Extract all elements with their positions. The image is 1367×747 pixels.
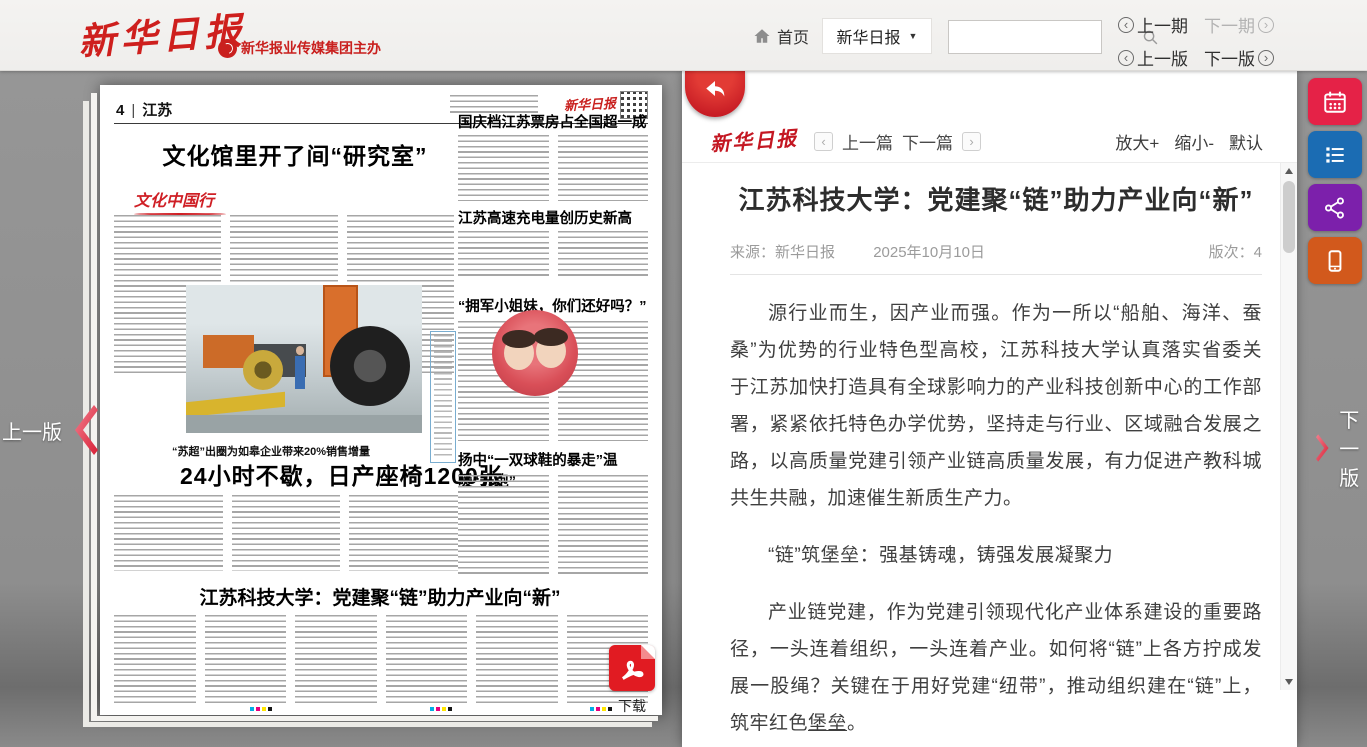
back-button[interactable] [685,70,745,117]
headline-seats[interactable]: 24小时不歇，日产座椅1200张 [180,457,503,491]
text-columns [458,231,648,279]
culture-china-badge: 文化中国行 [134,187,226,215]
next-issue-button[interactable]: 下一期 › [1204,12,1274,37]
next-edition-edge-label: 下一版 [1339,404,1367,491]
paragraph-text: 。 [847,713,867,734]
sisters-photo [492,310,578,396]
article-page-ref: 版次：4 [1209,241,1262,262]
prev-edition-button[interactable]: ‹ 上一版 [1118,45,1188,70]
download-label: 下载 [606,696,658,716]
top-header: 新华日报 新华报业传媒集团主办 首页 新华日报 ▼ ‹ 上一期 [0,0,1367,71]
download-pdf-button[interactable]: 下载 [606,645,658,716]
calendar-button[interactable] [1308,78,1362,125]
headline-box-office[interactable]: 国庆档江苏票房占全国超一成 [458,111,650,132]
paragraph: 源行业而生，因产业而强。作为一所以“船舶、海洋、蚕桑”为优势的行业特色型高校，江… [730,295,1262,517]
issue-edition-pager: ‹ 上一期 下一期 › ‹ 上一版 下一版 › [1118,12,1274,78]
article-meta: 来源：新华日报 2025年10月10日 版次：4 [730,241,1262,262]
headline-sisters[interactable]: “拥军小姐妹，你们还好吗？” [458,295,650,316]
next-article-button[interactable]: 下一篇 [902,129,953,154]
prev-issue-label: 上一期 [1137,12,1188,37]
page-number: 4|江苏 [116,99,172,120]
reader-toolbar: 新华日报 ‹ 上一篇 下一篇 › 放大+ 缩小- 默认 [682,117,1297,162]
next-article-icon[interactable]: › [962,132,981,151]
article-source: 来源：新华日报 [730,244,835,261]
next-issue-label: 下一期 [1204,12,1255,37]
prev-edition-label: 上一版 [1137,45,1188,70]
paper-select-value: 新华日报 [837,24,901,48]
pdf-icon [609,645,655,691]
side-toolbar [1308,78,1362,284]
app: 新华日报 新华报业传媒集团主办 首页 新华日报 ▼ ‹ 上一期 [0,0,1367,747]
group-seal-icon [218,39,237,58]
chevron-left-icon [70,404,98,456]
circle-chevron-left-icon: ‹ [1118,17,1134,33]
publisher-line: 新华报业传媒集团主办 [218,38,381,58]
next-edition-button[interactable]: 下一版 › [1204,45,1274,70]
zoom-reset-button[interactable]: 默认 [1229,129,1263,154]
back-arrow-icon [700,76,730,106]
prev-article-button[interactable]: 上一篇 [842,129,893,154]
scrollbar[interactable] [1280,163,1297,690]
meta-left: 来源：新华日报 2025年10月10日 [730,241,985,262]
page-stack-edge [83,722,652,727]
divider [730,274,1262,275]
section-subheading: “链”筑堡垒：强基铸魂，铸强发展凝聚力 [730,537,1262,574]
nav-home[interactable]: 首页 [753,24,809,48]
text-columns [114,615,648,703]
prev-issue-button[interactable]: ‹ 上一期 [1118,12,1188,37]
search-input[interactable] [949,21,1142,53]
search-box [948,20,1102,54]
newspaper-page[interactable]: 4|江苏 新华日报 文化馆里开了间“研究室” 文化中国行 “苏超”出圈为如皋企业… [100,85,662,715]
print-marks [250,707,272,711]
headline-university[interactable]: 江苏科技大学：党建聚“链”助力产业向“新” [160,583,600,610]
zoom-out-button[interactable]: 缩小- [1174,129,1214,154]
prev-article-icon[interactable]: ‹ [814,132,833,151]
edition-row: ‹ 上一版 下一版 › [1118,45,1274,70]
zoom-in-button[interactable]: 放大+ [1115,129,1159,154]
article-nav: ‹ 上一篇 下一篇 › [814,129,981,154]
circle-chevron-right-icon: › [1258,50,1274,66]
issue-row: ‹ 上一期 下一期 › [1118,12,1274,37]
list-icon [1322,142,1348,168]
scroll-down-button[interactable] [1281,674,1297,690]
mobile-button[interactable] [1308,237,1362,284]
scroll-up-button[interactable] [1281,163,1297,179]
share-button[interactable] [1308,184,1362,231]
text-columns [458,475,648,575]
zoom-controls: 放大+ 缩小- 默认 [1115,129,1263,154]
home-icon [753,27,771,45]
chevron-down-icon: ▼ [909,31,918,41]
circle-chevron-left-icon: ‹ [1118,50,1134,66]
print-marks [430,707,452,711]
article-list-button[interactable] [1308,131,1362,178]
next-edition-edge-button[interactable]: 下一版 [1316,404,1367,491]
photo-caption-box [430,331,456,463]
prev-edition-edge-button[interactable]: 上一版 [2,404,98,456]
paper-select-dropdown[interactable]: 新华日报 ▼ [822,18,932,54]
headline-culture-center[interactable]: 文化馆里开了间“研究室” [126,137,464,171]
reader-logo: 新华日报 [709,122,799,157]
calendar-icon [1322,89,1348,115]
factory-photo [186,285,422,433]
prev-edition-edge-label: 上一版 [2,416,62,445]
phone-icon [1322,248,1348,274]
inline-link[interactable]: 堡垒 [808,713,847,734]
article-content: 江苏科技大学：党建聚“链”助力产业向“新” 来源：新华日报 2025年10月10… [730,162,1262,747]
scrollbar-thumb[interactable] [1283,181,1295,253]
article-date: 2025年10月10日 [873,244,985,261]
home-label: 首页 [777,24,809,48]
text-columns [114,495,458,571]
circle-chevron-right-icon: › [1258,17,1274,33]
headline-charging[interactable]: 江苏高速充电量创历史新高 [458,207,650,228]
article-title: 江苏科技大学：党建聚“链”助力产业向“新” [730,180,1262,217]
share-icon [1322,195,1348,221]
paragraph: 产业链党建，作为党建引领现代化产业体系建设的重要路径，一头连着组织，一头连着产业… [730,594,1262,742]
chevron-right-icon [1316,422,1331,474]
next-edition-label: 下一版 [1204,45,1255,70]
text-columns [458,135,648,201]
publisher-label: 新华报业传媒集团主办 [241,38,381,58]
article-reader-panel: 新华日报 ‹ 上一篇 下一篇 › 放大+ 缩小- 默认 江苏科技大学：党建聚“链… [682,70,1297,747]
page-stack-edge [91,716,658,721]
